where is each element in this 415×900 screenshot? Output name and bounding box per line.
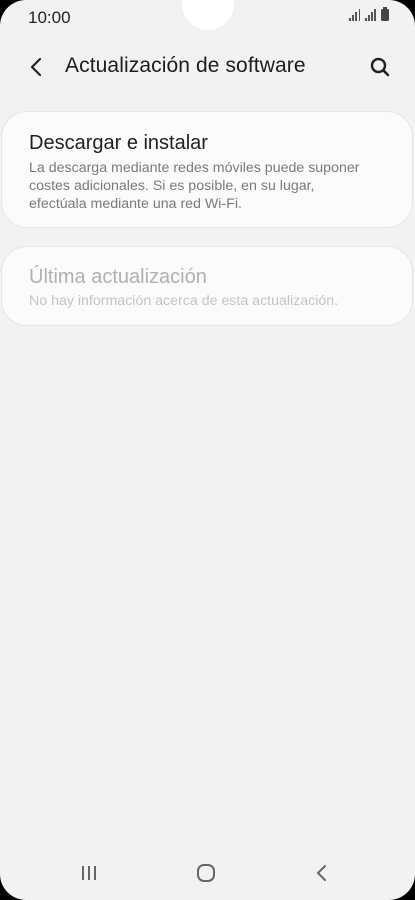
- home-icon: [197, 864, 215, 882]
- page-title: Actualización de software: [65, 54, 306, 77]
- back-icon: [317, 865, 326, 881]
- signal-icon: [349, 9, 361, 21]
- status-icons: [349, 7, 389, 21]
- recent-apps-icon: [82, 866, 96, 880]
- phone-screen: 10:00 Actualización de software Descarga: [0, 0, 415, 900]
- recent-apps-button[interactable]: [75, 860, 105, 886]
- back-button[interactable]: [22, 52, 52, 82]
- nav-back-button[interactable]: [307, 860, 337, 886]
- battery-icon: [381, 7, 389, 21]
- download-install-description: La descarga mediante redes móviles puede…: [29, 160, 360, 212]
- signal-icon: [365, 9, 376, 21]
- last-update-title: Última actualización: [29, 266, 207, 288]
- download-install-card[interactable]: Descargar e instalar La descarga mediant…: [1, 111, 413, 228]
- home-button[interactable]: [191, 860, 221, 886]
- download-install-title: Descargar e instalar: [29, 132, 208, 154]
- last-update-card: Última actualización No hay información …: [1, 246, 413, 326]
- chevron-left-icon: [30, 57, 42, 77]
- app-bar: Actualización de software: [0, 44, 415, 88]
- last-update-description: No hay información acerca de esta actual…: [29, 293, 339, 309]
- status-bar: 10:00: [0, 0, 415, 34]
- search-button[interactable]: [365, 52, 395, 82]
- status-time: 10:00: [28, 8, 71, 27]
- navigation-bar: [0, 850, 415, 896]
- search-icon: [370, 57, 390, 77]
